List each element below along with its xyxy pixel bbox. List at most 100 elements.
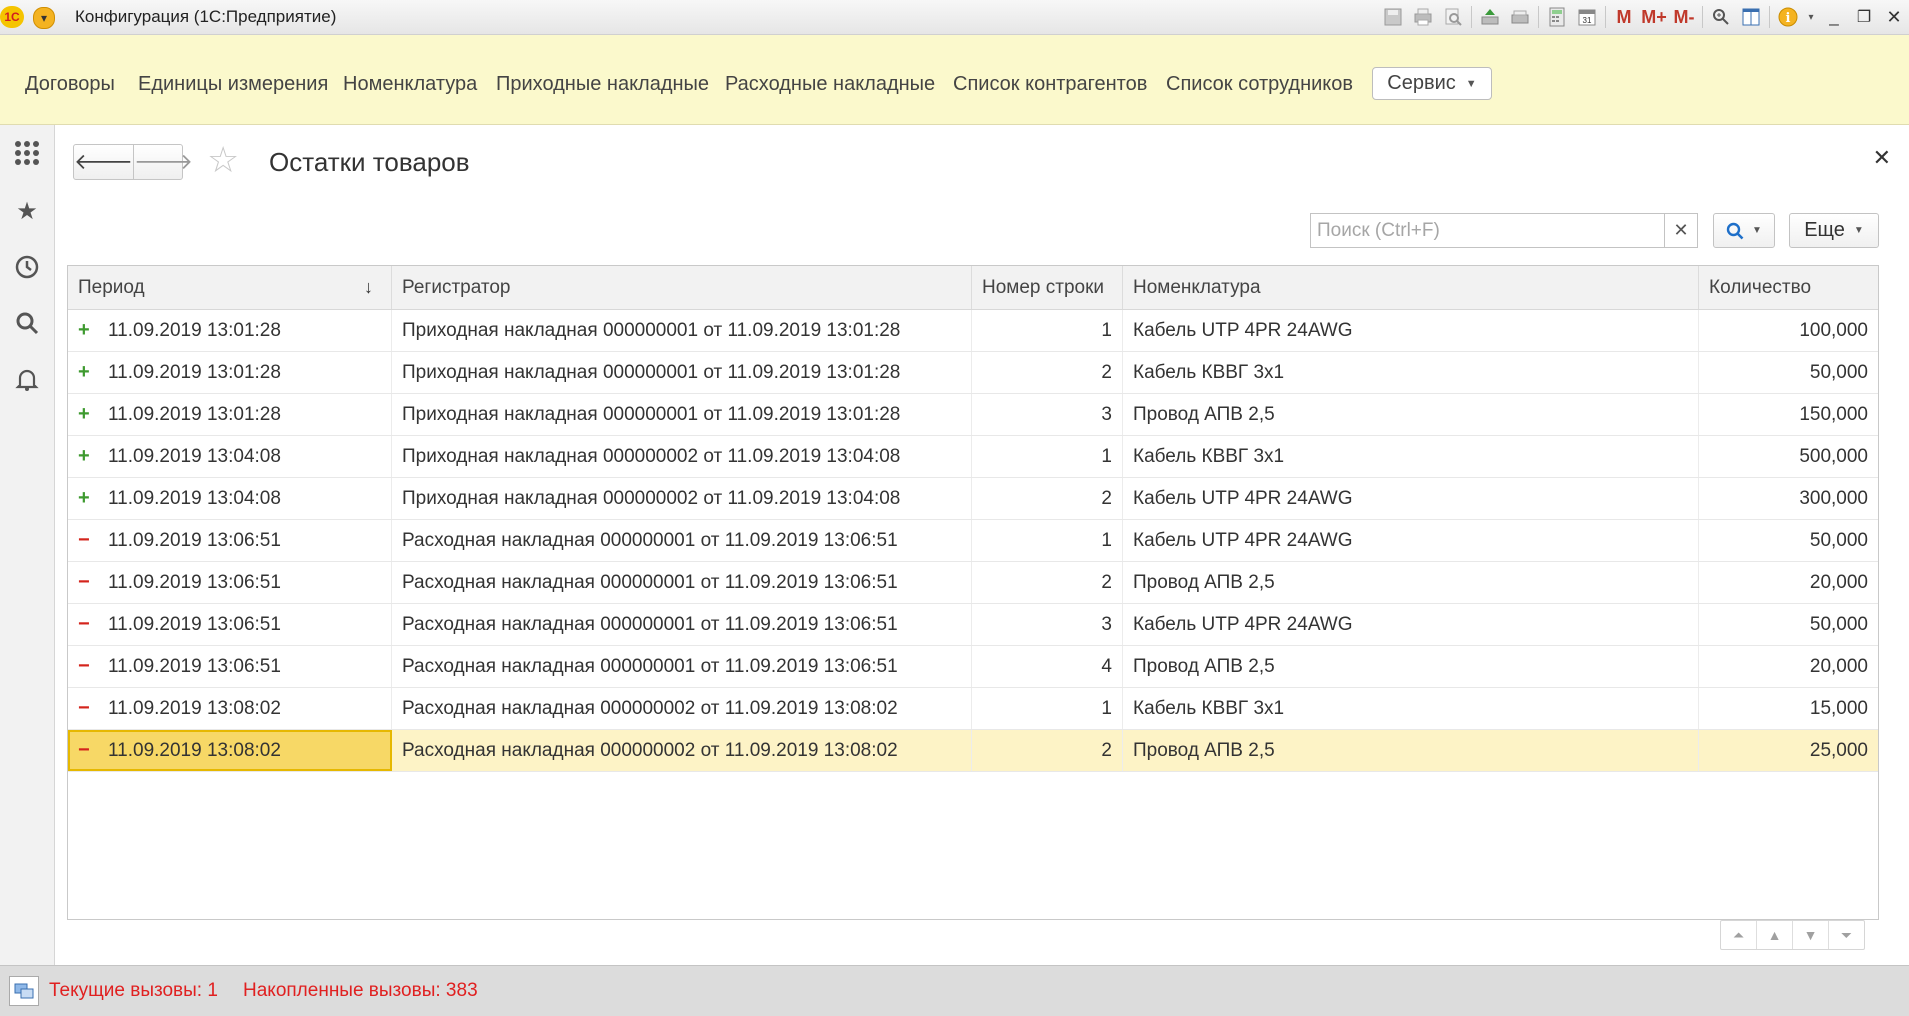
more-button[interactable]: Еще ▼ [1789, 213, 1879, 248]
registrar-cell[interactable]: Приходная накладная 000000001 от 11.09.2… [392, 352, 972, 393]
line-number-cell[interactable]: 2 [972, 352, 1123, 393]
table-row[interactable]: +11.09.2019 13:04:08 Приходная накладная … [68, 436, 1878, 478]
section-link-contracts[interactable]: Договоры [25, 73, 115, 96]
table-row[interactable]: −11.09.2019 13:06:51 Расходная накладная … [68, 646, 1878, 688]
period-cell[interactable]: −11.09.2019 13:08:02 [68, 730, 392, 771]
quantity-cell[interactable]: 300,000 [1699, 478, 1878, 519]
column-header-line-number[interactable]: Номер строки [972, 266, 1123, 309]
table-row[interactable]: +11.09.2019 13:04:08 Приходная накладная … [68, 478, 1878, 520]
quantity-cell[interactable]: 100,000 [1699, 310, 1878, 351]
calculator-icon[interactable] [1542, 4, 1572, 30]
line-number-cell[interactable]: 1 [972, 688, 1123, 729]
close-form-icon[interactable]: ✕ [1873, 145, 1891, 171]
info-icon[interactable]: i [1773, 4, 1803, 30]
nomenclature-cell[interactable]: Провод АПВ 2,5 [1123, 394, 1699, 435]
registrar-cell[interactable]: Приходная накладная 000000002 от 11.09.2… [392, 436, 972, 477]
line-number-cell[interactable]: 2 [972, 562, 1123, 603]
add-to-favorites-star-icon[interactable]: ☆ [207, 142, 239, 178]
scroll-to-last-icon[interactable]: ⏷ [1829, 921, 1864, 949]
column-header-period[interactable]: Период ↓ [68, 266, 392, 309]
line-number-cell[interactable]: 3 [972, 604, 1123, 645]
scroll-to-first-icon[interactable]: ⏶ [1721, 921, 1757, 949]
close-icon[interactable]: ✕ [1879, 4, 1909, 30]
quantity-cell[interactable]: 500,000 [1699, 436, 1878, 477]
nomenclature-cell[interactable]: Провод АПВ 2,5 [1123, 730, 1699, 771]
quantity-cell[interactable]: 25,000 [1699, 730, 1878, 771]
column-header-nomenclature[interactable]: Номенклатура [1123, 266, 1699, 309]
print-icon[interactable] [1408, 4, 1438, 30]
back-arrow-icon[interactable]: 🡐 [74, 145, 133, 179]
period-cell[interactable]: +11.09.2019 13:04:08 [68, 478, 392, 519]
upload-icon[interactable] [1475, 4, 1505, 30]
line-number-cell[interactable]: 3 [972, 394, 1123, 435]
app-logo-icon[interactable]: 1С [0, 6, 24, 28]
table-row[interactable]: +11.09.2019 13:01:28 Приходная накладная … [68, 352, 1878, 394]
clear-search-icon[interactable]: ✕ [1664, 214, 1697, 247]
nomenclature-cell[interactable]: Кабель UTP 4PR 24AWG [1123, 604, 1699, 645]
search-icon[interactable] [13, 309, 41, 337]
calendar-icon[interactable]: 31 [1572, 4, 1602, 30]
period-cell[interactable]: −11.09.2019 13:06:51 [68, 604, 392, 645]
save-icon[interactable] [1378, 4, 1408, 30]
scroll-up-icon[interactable]: ▲ [1757, 921, 1793, 949]
column-header-registrar[interactable]: Регистратор [392, 266, 972, 309]
registrar-cell[interactable]: Расходная накладная 000000002 от 11.09.2… [392, 688, 972, 729]
panels-icon[interactable] [1736, 4, 1766, 30]
chevron-down-icon[interactable]: ▾ [1803, 4, 1819, 30]
section-link-nomenclature[interactable]: Номенклатура [343, 73, 477, 96]
section-link-units[interactable]: Единицы измерения [138, 73, 328, 96]
data-table[interactable]: Период ↓ Регистратор Номер строки Номенк… [67, 265, 1879, 920]
nomenclature-cell[interactable]: Кабель КВВГ 3х1 [1123, 688, 1699, 729]
table-row[interactable]: −11.09.2019 13:06:51 Расходная накладная … [68, 520, 1878, 562]
nomenclature-cell[interactable]: Кабель UTP 4PR 24AWG [1123, 478, 1699, 519]
table-row[interactable]: −11.09.2019 13:08:02 Расходная накладная … [68, 730, 1878, 772]
registrar-cell[interactable]: Приходная накладная 000000002 от 11.09.2… [392, 478, 972, 519]
nomenclature-cell[interactable]: Кабель UTP 4PR 24AWG [1123, 520, 1699, 561]
quantity-cell[interactable]: 20,000 [1699, 562, 1878, 603]
table-row[interactable]: +11.09.2019 13:01:28 Приходная накладная … [68, 394, 1878, 436]
period-cell[interactable]: +11.09.2019 13:01:28 [68, 310, 392, 351]
registrar-cell[interactable]: Приходная накладная 000000001 от 11.09.2… [392, 394, 972, 435]
section-link-outgoing-invoices[interactable]: Расходные накладные [725, 73, 935, 96]
section-link-incoming-invoices[interactable]: Приходные накладные [496, 73, 709, 96]
nomenclature-cell[interactable]: Провод АПВ 2,5 [1123, 562, 1699, 603]
column-header-quantity[interactable]: Количество [1699, 266, 1878, 309]
period-cell[interactable]: −11.09.2019 13:06:51 [68, 520, 392, 561]
line-number-cell[interactable]: 2 [972, 730, 1123, 771]
quantity-cell[interactable]: 15,000 [1699, 688, 1878, 729]
table-row[interactable]: −11.09.2019 13:08:02 Расходная накладная … [68, 688, 1878, 730]
section-link-employees[interactable]: Список сотрудников [1166, 73, 1353, 96]
registrar-cell[interactable]: Расходная накладная 000000001 от 11.09.2… [392, 562, 972, 603]
line-number-cell[interactable]: 1 [972, 436, 1123, 477]
search-options-button[interactable]: ▼ [1713, 213, 1775, 248]
registrar-cell[interactable]: Расходная накладная 000000001 от 11.09.2… [392, 604, 972, 645]
notifications-bell-icon[interactable] [13, 365, 41, 393]
search-input[interactable] [1311, 214, 1666, 247]
restore-icon[interactable]: ❐ [1849, 4, 1879, 30]
zoom-icon[interactable] [1706, 4, 1736, 30]
nomenclature-cell[interactable]: Провод АПВ 2,5 [1123, 646, 1699, 687]
m-minus-icon[interactable]: M- [1669, 4, 1699, 30]
section-link-counterparties[interactable]: Список контрагентов [953, 73, 1147, 96]
performance-monitor-icon[interactable] [9, 976, 39, 1006]
period-cell[interactable]: −11.09.2019 13:06:51 [68, 562, 392, 603]
table-row[interactable]: −11.09.2019 13:06:51 Расходная накладная … [68, 562, 1878, 604]
minimize-icon[interactable]: _ [1819, 4, 1849, 30]
line-number-cell[interactable]: 4 [972, 646, 1123, 687]
period-cell[interactable]: −11.09.2019 13:08:02 [68, 688, 392, 729]
line-number-cell[interactable]: 2 [972, 478, 1123, 519]
m-plus-icon[interactable]: M+ [1639, 4, 1669, 30]
favorites-star-icon[interactable]: ★ [13, 197, 41, 225]
registrar-cell[interactable]: Расходная накладная 000000001 от 11.09.2… [392, 646, 972, 687]
quantity-cell[interactable]: 50,000 [1699, 604, 1878, 645]
registrar-cell[interactable]: Расходная накладная 000000002 от 11.09.2… [392, 730, 972, 771]
scroll-down-icon[interactable]: ▼ [1793, 921, 1829, 949]
quantity-cell[interactable]: 150,000 [1699, 394, 1878, 435]
registrar-cell[interactable]: Приходная накладная 000000001 от 11.09.2… [392, 310, 972, 351]
registrar-cell[interactable]: Расходная накладная 000000001 от 11.09.2… [392, 520, 972, 561]
period-cell[interactable]: +11.09.2019 13:01:28 [68, 394, 392, 435]
nomenclature-cell[interactable]: Кабель КВВГ 3х1 [1123, 436, 1699, 477]
period-cell[interactable]: +11.09.2019 13:04:08 [68, 436, 392, 477]
scanner-icon[interactable] [1505, 4, 1535, 30]
print-preview-icon[interactable] [1438, 4, 1468, 30]
